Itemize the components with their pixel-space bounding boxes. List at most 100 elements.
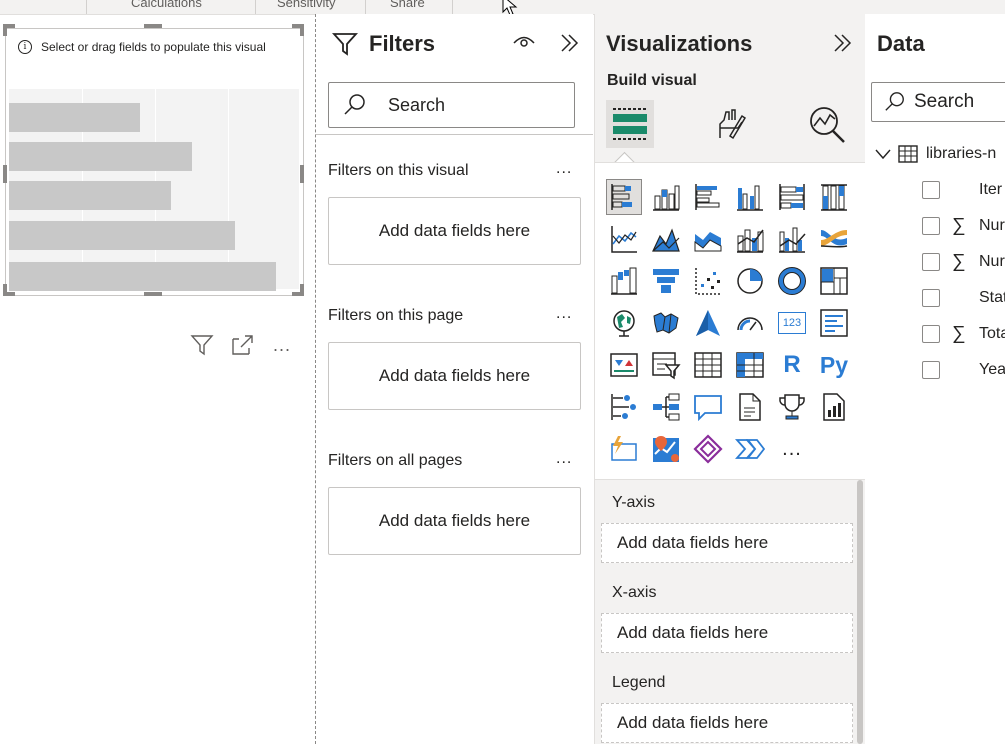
table-icon[interactable] xyxy=(690,347,726,383)
more-options-icon[interactable]: ... xyxy=(556,450,572,468)
power-apps-icon[interactable] xyxy=(606,431,642,467)
decomposition-tree-icon[interactable] xyxy=(648,389,684,425)
build-visual-label: Build visual xyxy=(607,72,697,89)
field-checkbox[interactable] xyxy=(922,181,940,199)
resize-handle[interactable] xyxy=(300,284,304,296)
qa-icon[interactable] xyxy=(690,389,726,425)
smart-narrative-icon[interactable] xyxy=(732,389,768,425)
field-row[interactable]: Iter xyxy=(865,178,1005,202)
more-options-icon[interactable]: ... xyxy=(556,160,572,178)
line-chart-icon[interactable] xyxy=(606,221,642,257)
data-pane: Data Search libraries-n Iter ∑ Nur ∑ Nur… xyxy=(865,14,1005,744)
visual-toolbar: ... xyxy=(190,333,291,357)
resize-handle[interactable] xyxy=(3,165,7,183)
format-brush-icon xyxy=(719,109,747,140)
tab-format-visual[interactable] xyxy=(706,100,754,148)
table-node[interactable]: libraries-n xyxy=(865,142,1005,166)
drop-zone-all-pages[interactable]: Add data fields here xyxy=(328,487,581,555)
resize-handle[interactable] xyxy=(144,24,162,28)
search-placeholder: Search xyxy=(914,91,975,112)
eye-icon[interactable] xyxy=(513,35,535,49)
power-automate-icon[interactable] xyxy=(690,431,726,467)
ribbon-tab-calculations[interactable]: Calculations xyxy=(131,0,202,10)
gauge-icon[interactable] xyxy=(732,305,768,341)
tab-analytics[interactable] xyxy=(803,100,851,148)
more-options-icon[interactable]: ... xyxy=(556,305,572,323)
sigma-icon: ∑ xyxy=(952,323,966,344)
filled-map-icon[interactable] xyxy=(648,305,684,341)
multi-row-card-icon[interactable] xyxy=(816,305,852,341)
python-visual-icon[interactable]: Py xyxy=(816,347,852,383)
funnel-icon[interactable] xyxy=(648,263,684,299)
waterfall-chart-icon[interactable] xyxy=(606,263,642,299)
data-search-input[interactable]: Search xyxy=(871,82,1005,122)
ribbon-separator xyxy=(365,0,366,14)
card-icon[interactable]: 123 xyxy=(774,305,810,341)
field-row[interactable]: Yea xyxy=(865,358,1005,382)
visualizations-title: Visualizations xyxy=(606,31,753,56)
arcgis-map-icon[interactable] xyxy=(648,431,684,467)
field-checkbox[interactable] xyxy=(922,253,940,271)
well-label-x-axis: X-axis xyxy=(612,584,657,601)
resize-handle[interactable] xyxy=(3,24,7,36)
ribbon-tab-share[interactable]: Share xyxy=(390,0,425,10)
resize-handle[interactable] xyxy=(300,165,304,183)
stacked-area-chart-icon[interactable] xyxy=(690,221,726,257)
stacked-column-chart-icon[interactable] xyxy=(648,179,684,215)
paginated-report-icon[interactable] xyxy=(816,389,852,425)
treemap-icon[interactable] xyxy=(816,263,852,299)
key-influencers-icon[interactable] xyxy=(606,389,642,425)
resize-handle[interactable] xyxy=(144,292,162,296)
100-stacked-column-chart-icon[interactable] xyxy=(816,179,852,215)
drop-zone-legend[interactable]: Add data fields here xyxy=(601,703,853,743)
collapse-pane-icon[interactable] xyxy=(559,33,579,53)
scrollbar[interactable] xyxy=(857,480,863,744)
drop-zone-this-page[interactable]: Add data fields here xyxy=(328,342,581,410)
donut-chart-icon[interactable] xyxy=(774,263,810,299)
drop-zone-y-axis[interactable]: Add data fields here xyxy=(601,523,853,563)
field-row[interactable]: ∑ Tota xyxy=(865,322,1005,346)
clustered-column-chart-icon[interactable] xyxy=(732,179,768,215)
search-icon xyxy=(344,94,365,115)
power-apps-forms-icon[interactable] xyxy=(732,431,768,467)
focus-mode-icon[interactable] xyxy=(231,333,255,357)
visual-placeholder[interactable]: i Select or drag fields to populate this… xyxy=(5,28,304,296)
slicer-icon[interactable] xyxy=(648,347,684,383)
tab-build-visual[interactable] xyxy=(606,100,654,148)
line-and-clustered-column-icon[interactable] xyxy=(774,221,810,257)
scatter-chart-icon[interactable] xyxy=(690,263,726,299)
drop-zone-x-axis[interactable]: Add data fields here xyxy=(601,613,853,653)
stacked-bar-chart-icon[interactable] xyxy=(606,179,642,215)
field-row[interactable]: ∑ Nur xyxy=(865,250,1005,274)
r-visual-icon[interactable]: R xyxy=(774,347,810,383)
resize-handle[interactable] xyxy=(3,284,7,296)
azure-map-icon[interactable] xyxy=(690,305,726,341)
resize-handle[interactable] xyxy=(300,24,304,36)
pie-chart-icon[interactable] xyxy=(732,263,768,299)
kpi-icon[interactable] xyxy=(606,347,642,383)
more-options-icon[interactable]: ... xyxy=(273,335,291,356)
matrix-icon[interactable] xyxy=(732,347,768,383)
field-checkbox[interactable] xyxy=(922,289,940,307)
metrics-icon[interactable] xyxy=(774,389,810,425)
more-visuals-icon[interactable]: ... xyxy=(774,431,810,467)
collapse-pane-icon[interactable] xyxy=(832,33,852,53)
100-stacked-bar-chart-icon[interactable] xyxy=(774,179,810,215)
info-icon: i xyxy=(18,40,32,54)
field-checkbox[interactable] xyxy=(922,217,940,235)
map-icon[interactable] xyxy=(606,305,642,341)
line-and-stacked-column-icon[interactable] xyxy=(732,221,768,257)
drop-zone-this-visual[interactable]: Add data fields here xyxy=(328,197,581,265)
filter-icon[interactable] xyxy=(190,333,214,357)
area-chart-icon[interactable] xyxy=(648,221,684,257)
ribbon-tab-sensitivity[interactable]: Sensitivity xyxy=(277,0,336,10)
ribbon-chart-icon[interactable] xyxy=(816,221,852,257)
sigma-icon: ∑ xyxy=(952,215,966,236)
field-row[interactable]: Stat xyxy=(865,286,1005,310)
clustered-bar-chart-icon[interactable] xyxy=(690,179,726,215)
field-row[interactable]: ∑ Nur xyxy=(865,214,1005,238)
field-checkbox[interactable] xyxy=(922,361,940,379)
filters-search-input[interactable]: Search xyxy=(328,82,575,128)
chevron-down-icon[interactable] xyxy=(875,148,891,160)
field-checkbox[interactable] xyxy=(922,325,940,343)
